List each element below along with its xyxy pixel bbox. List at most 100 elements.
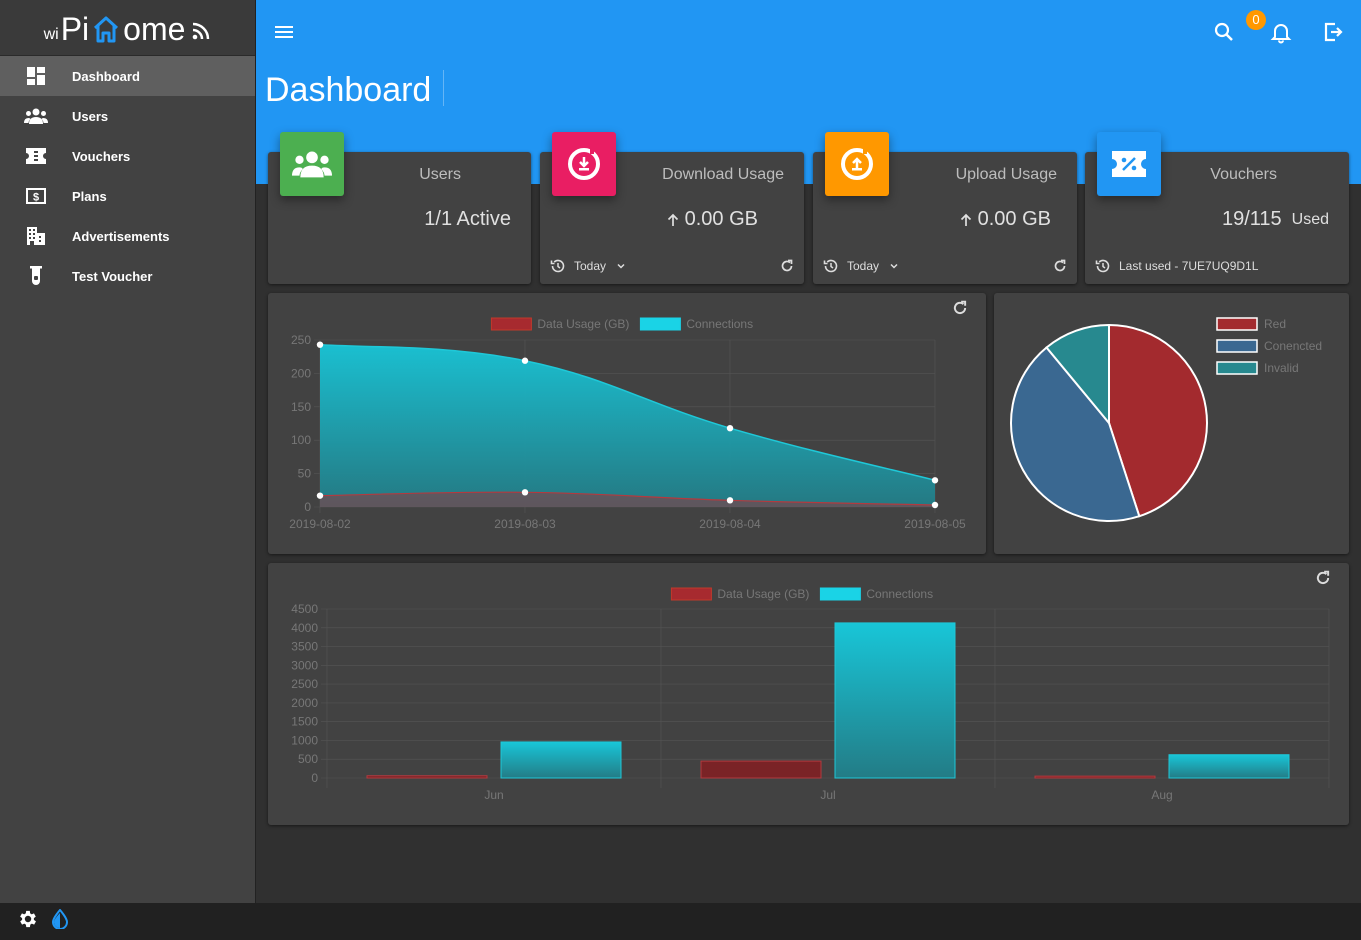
history-icon — [550, 259, 565, 273]
legend-label: Data Usage (GB) — [537, 317, 629, 331]
x-tick-label: 2019-08-05 — [904, 517, 966, 531]
y-tick-label: 200 — [291, 366, 311, 380]
x-tick-label: 2019-08-03 — [494, 517, 556, 531]
legend-swatch — [819, 587, 861, 601]
vouchers-card-icon — [1097, 132, 1161, 196]
test-tube-icon — [0, 266, 72, 286]
y-tick-label: 250 — [291, 333, 311, 347]
legend-swatch — [1216, 339, 1258, 353]
sidebar-item-test-voucher[interactable]: Test Voucher — [0, 256, 255, 296]
connections-point — [726, 424, 734, 432]
history-icon — [823, 259, 838, 273]
app-logo[interactable]: wi Pi ome — [0, 0, 255, 56]
connections-point — [316, 341, 324, 348]
y-tick-label: 1500 — [291, 715, 318, 729]
sidebar-item-plans[interactable]: $ Plans — [0, 176, 255, 216]
logo-home: ome — [123, 11, 186, 47]
chevron-down-icon[interactable] — [889, 262, 899, 270]
data-usage-bar — [1034, 775, 1156, 779]
legend-swatch — [490, 317, 532, 331]
chevron-down-icon[interactable] — [616, 262, 626, 270]
legend-label: Red — [1264, 317, 1286, 331]
download-period-select[interactable]: Today — [574, 259, 606, 273]
y-tick-label: 2500 — [291, 677, 318, 691]
search-icon[interactable] — [1212, 20, 1236, 44]
bar-chart: 0 500 1000 1500 2000 2500 3000 3500 4000 4500 Jun J… — [291, 587, 1330, 802]
refresh-icon[interactable] — [1315, 570, 1331, 586]
upload-card-title: Upload Usage — [955, 166, 1057, 183]
users-card-icon — [280, 132, 344, 196]
x-tick-label: Jul — [820, 788, 835, 802]
x-tick-label: 2019-08-04 — [699, 517, 761, 531]
sidebar-item-vouchers[interactable]: Vouchers — [0, 136, 255, 176]
legend-label: Connections — [866, 587, 933, 601]
area-chart: 0 50 100 150 200 250 2019-08-02 2019-08-03 2019-… — [289, 317, 966, 531]
legend-swatch — [639, 317, 681, 331]
users-icon — [0, 107, 72, 125]
refresh-icon[interactable] — [780, 259, 794, 273]
vouchers-suffix: Used — [1291, 210, 1329, 228]
settings-icon[interactable] — [17, 908, 39, 935]
users-stat-card: Users 1/1 Active — [268, 132, 531, 284]
sidebar-item-dashboard[interactable]: Dashboard — [0, 56, 255, 96]
connections-point — [931, 477, 939, 484]
y-tick-label: 0 — [311, 771, 318, 785]
theme-toggle-icon[interactable] — [51, 908, 69, 934]
sidebar-item-label: Plans — [72, 188, 107, 204]
x-tick-label: Aug — [1151, 788, 1172, 802]
history-icon — [1095, 259, 1110, 273]
download-stat-card: Download Usage 0.00 GB Today — [540, 132, 804, 284]
y-tick-label: 0 — [304, 500, 311, 514]
data-usage-bar — [366, 775, 488, 779]
upload-card-value: 0.00 GB — [960, 208, 1051, 231]
sidebar-item-advertisements[interactable]: Advertisements — [0, 216, 255, 256]
vouchers-card-footer: Last used - 7UE7UQ9D1L — [1095, 256, 1339, 276]
sidebar-item-label: Test Voucher — [72, 268, 153, 284]
arrow-up-icon — [960, 213, 971, 226]
pie-chart: Red Conencted Invalid — [1010, 317, 1322, 522]
upload-amount: 0.00 GB — [977, 208, 1051, 230]
legend-label: Data Usage (GB) — [717, 587, 809, 601]
vouchers-count: 19/115 — [1221, 208, 1282, 230]
refresh-icon[interactable] — [1053, 259, 1067, 273]
sidebar-item-label: Advertisements — [72, 228, 170, 244]
legend-label: Invalid — [1264, 361, 1299, 375]
home-logo-icon — [94, 16, 119, 43]
logout-icon[interactable] — [1321, 20, 1345, 44]
menu-icon[interactable] — [274, 22, 294, 42]
data-usage-point — [726, 497, 734, 504]
vouchers-stat-card: Vouchers 19/115 Used Last used - 7UE7UQ9D… — [1085, 132, 1349, 284]
refresh-icon[interactable] — [952, 300, 968, 316]
y-tick-label: 50 — [298, 467, 312, 481]
last-used-voucher: Last used - 7UE7UQ9D1L — [1119, 259, 1259, 273]
data-usage-point — [931, 501, 939, 509]
download-card-title: Download Usage — [662, 166, 784, 183]
svg-text:$: $ — [33, 192, 39, 204]
y-tick-label: 4500 — [291, 602, 318, 616]
sidebar: wi Pi ome Dashboard Users Vouchers $ Pla… — [0, 0, 256, 903]
dollar-icon: $ — [0, 188, 72, 204]
legend-label: Connections — [686, 317, 753, 331]
upload-period-select[interactable]: Today — [847, 259, 879, 273]
y-tick-label: 4000 — [291, 621, 318, 635]
upload-card-icon — [825, 132, 889, 196]
sidebar-item-label: Dashboard — [72, 68, 140, 84]
connections-area — [320, 344, 935, 507]
sidebar-item-users[interactable]: Users — [0, 96, 255, 136]
ticket-icon — [0, 148, 72, 164]
bell-icon[interactable] — [1269, 20, 1293, 44]
users-active-count: 1/1 Active — [424, 208, 511, 230]
page-title: Dashboard — [265, 70, 445, 109]
monthly-usage-chart-card: 0 500 1000 1500 2000 2500 3000 3500 4000 4500 Jun J… — [268, 563, 1349, 825]
y-tick-label: 3000 — [291, 658, 318, 672]
data-usage-bar — [700, 760, 822, 779]
bottom-bar — [0, 903, 1361, 940]
upload-card-footer: Today — [823, 256, 1067, 276]
logo-wi: wi — [43, 26, 59, 43]
users-card-title: Users — [419, 166, 461, 183]
download-card-value: 0.00 GB — [667, 208, 758, 231]
legend-swatch — [1216, 317, 1258, 331]
legend-label: Conencted — [1264, 339, 1322, 353]
vouchers-card-title: Vouchers — [1210, 166, 1277, 183]
users-card-value: 1/1 Active — [424, 208, 511, 231]
